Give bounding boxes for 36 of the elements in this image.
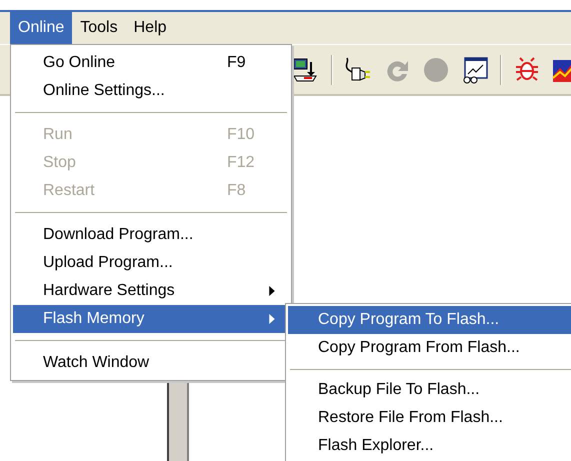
bug-icon[interactable] [513, 56, 541, 84]
menu-item-label: Copy Program To Flash... [318, 311, 500, 329]
shortcut-label: F10 [227, 126, 256, 144]
menu-item-label: Stop [43, 154, 76, 172]
menu-bar-item[interactable]: Tools [72, 12, 126, 44]
menu-item-label: Upload Program... [43, 254, 173, 272]
chart-glasses-icon[interactable] [461, 56, 489, 84]
menu-item-label: Run [43, 126, 72, 144]
menu-item-label: Restart [43, 182, 95, 200]
menu-item-label: Download Program... [43, 226, 194, 244]
menu-item-label: Flash Memory [43, 310, 144, 328]
menu-item[interactable]: Hardware Settings [13, 277, 289, 305]
menu-item[interactable]: Watch Window [13, 349, 289, 377]
menu-item-label: Hardware Settings [43, 282, 175, 300]
menu-item-label: Watch Window [43, 354, 150, 372]
menu-item[interactable]: Go Online F9 [13, 49, 289, 77]
menu-item[interactable]: Restore File From Flash... [288, 404, 571, 432]
menu-item[interactable]: Copy Program From Flash... [288, 334, 571, 362]
menu-bar-item[interactable]: Online [10, 12, 72, 44]
plug-icon[interactable] [344, 56, 372, 84]
menu-item-label: Online Settings... [43, 82, 165, 100]
menu-item[interactable]: Backup File To Flash... [288, 376, 571, 404]
menu-item-label: Go Online [43, 54, 116, 72]
menu-item[interactable]: Upload Program... [13, 249, 289, 277]
menu-item-label: Backup File To Flash... [318, 381, 480, 399]
shortcut-label: F8 [227, 182, 247, 200]
menu-item[interactable]: Online Settings... [13, 77, 289, 105]
shortcut-label: F12 [227, 154, 256, 172]
menu-item[interactable]: Flash Explorer... [288, 432, 571, 460]
menu-item-label: Flash Explorer... [318, 437, 434, 455]
menu-item[interactable]: Download Program... [13, 221, 289, 249]
menu-item-label: Copy Program From Flash... [318, 339, 520, 357]
menu-bar-item[interactable]: Help [126, 12, 175, 44]
shortcut-label: F9 [227, 54, 247, 72]
menu-item[interactable]: Copy Program To Flash... [288, 306, 571, 334]
menu-item-label: Restore File From Flash... [318, 409, 503, 427]
